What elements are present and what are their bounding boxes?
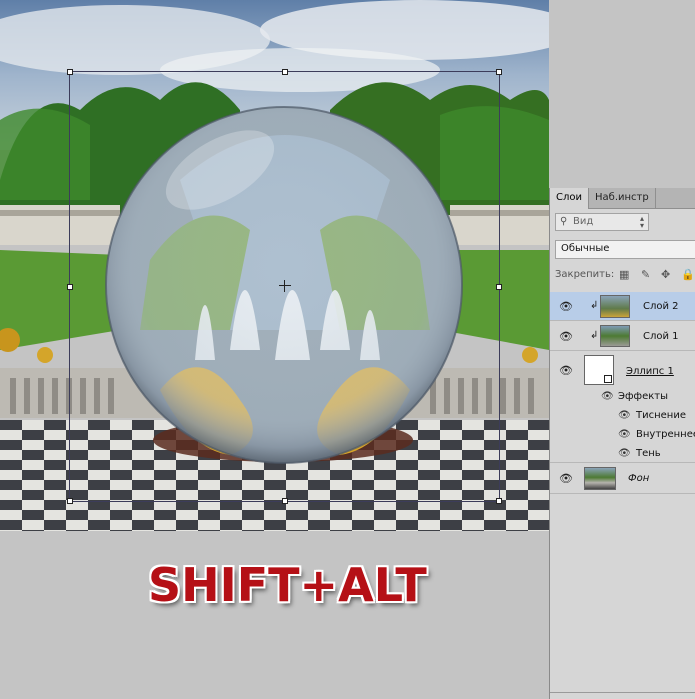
layer-row-layer-2[interactable]: 👁 ↲ Слой 2 bbox=[550, 292, 695, 321]
effect-inner-shadow[interactable]: Внутреннее с bbox=[636, 429, 695, 440]
transform-handle-bottom[interactable] bbox=[282, 498, 288, 504]
layer-filter-select[interactable]: ⚲ Вид ▴ ▾ bbox=[555, 213, 649, 231]
visibility-eye-icon[interactable]: 👁 bbox=[618, 429, 631, 440]
visibility-eye-icon[interactable]: 👁 bbox=[601, 391, 614, 402]
transform-pivot-icon[interactable] bbox=[279, 280, 291, 292]
transform-handle-left[interactable] bbox=[67, 284, 73, 290]
layer-name[interactable]: Слой 1 bbox=[643, 331, 679, 342]
visibility-eye-icon[interactable]: 👁 bbox=[559, 300, 573, 313]
lock-label: Закрепить: bbox=[555, 269, 615, 280]
move-icon[interactable]: ✥ bbox=[661, 268, 670, 281]
transform-handle-bottom-left[interactable] bbox=[67, 498, 73, 504]
layer-name[interactable]: Слой 2 bbox=[643, 301, 679, 312]
brush-icon[interactable]: ✎ bbox=[641, 268, 650, 281]
layer-name[interactable]: Фон bbox=[628, 473, 649, 484]
effects-label[interactable]: Эффекты bbox=[618, 391, 668, 402]
panel-divider bbox=[550, 692, 695, 693]
layers-panel: Слои Наб.инстр ⚲ Вид ▴ ▾ Обычные Закрепит… bbox=[549, 188, 695, 699]
panel-tab-bar: Слои Наб.инстр bbox=[550, 188, 695, 209]
up-down-arrows-icon: ▴ ▾ bbox=[639, 214, 644, 230]
shortcut-caption: SHIFT+ALT bbox=[148, 558, 427, 612]
search-icon: ⚲ bbox=[560, 216, 568, 227]
layer-row-ellipse-1[interactable]: 👁 Эллипс 1 👁 Эффекты 👁 Тиснение 👁 Внутре… bbox=[550, 351, 695, 463]
lock-icon[interactable]: 🔒 bbox=[681, 268, 695, 281]
layer-name[interactable]: Эллипс 1 bbox=[626, 366, 674, 377]
blend-mode-value: Обычные bbox=[561, 243, 610, 254]
shape-layer-thumbnail bbox=[584, 355, 614, 385]
layer-thumbnail bbox=[584, 467, 616, 490]
transform-handle-top-right[interactable] bbox=[496, 69, 502, 75]
transform-handle-bottom-right[interactable] bbox=[496, 498, 502, 504]
transform-handle-top-left[interactable] bbox=[67, 69, 73, 75]
visibility-eye-icon[interactable]: 👁 bbox=[559, 330, 573, 343]
checkerboard-icon[interactable]: ▦ bbox=[619, 268, 629, 281]
visibility-eye-icon[interactable]: 👁 bbox=[618, 448, 631, 459]
clip-arrow-icon: ↲ bbox=[590, 330, 599, 341]
document-canvas[interactable] bbox=[0, 0, 549, 531]
visibility-eye-icon[interactable]: 👁 bbox=[559, 472, 573, 485]
vector-mask-icon bbox=[604, 375, 612, 383]
tab-layers[interactable]: Слои bbox=[550, 188, 589, 209]
clip-arrow-icon: ↲ bbox=[590, 300, 599, 311]
tab-tool-presets[interactable]: Наб.инстр bbox=[589, 188, 656, 208]
effect-emboss[interactable]: Тиснение bbox=[636, 410, 686, 421]
layer-thumbnail bbox=[600, 325, 630, 347]
layer-row-layer-1[interactable]: 👁 ↲ Слой 1 bbox=[550, 321, 695, 351]
effect-drop-shadow[interactable]: Тень bbox=[636, 448, 661, 459]
layer-thumbnail bbox=[600, 295, 630, 318]
lock-row: Закрепить: ▦ ✎ ✥ 🔒 bbox=[555, 268, 695, 284]
visibility-eye-icon[interactable]: 👁 bbox=[559, 364, 573, 377]
layer-row-background[interactable]: 👁 Фон bbox=[550, 463, 695, 494]
blend-mode-select[interactable]: Обычные bbox=[555, 240, 695, 259]
transform-handle-top[interactable] bbox=[282, 69, 288, 75]
transform-handle-right[interactable] bbox=[496, 284, 502, 290]
layer-filter-value: Вид bbox=[573, 216, 594, 227]
visibility-eye-icon[interactable]: 👁 bbox=[618, 410, 631, 421]
